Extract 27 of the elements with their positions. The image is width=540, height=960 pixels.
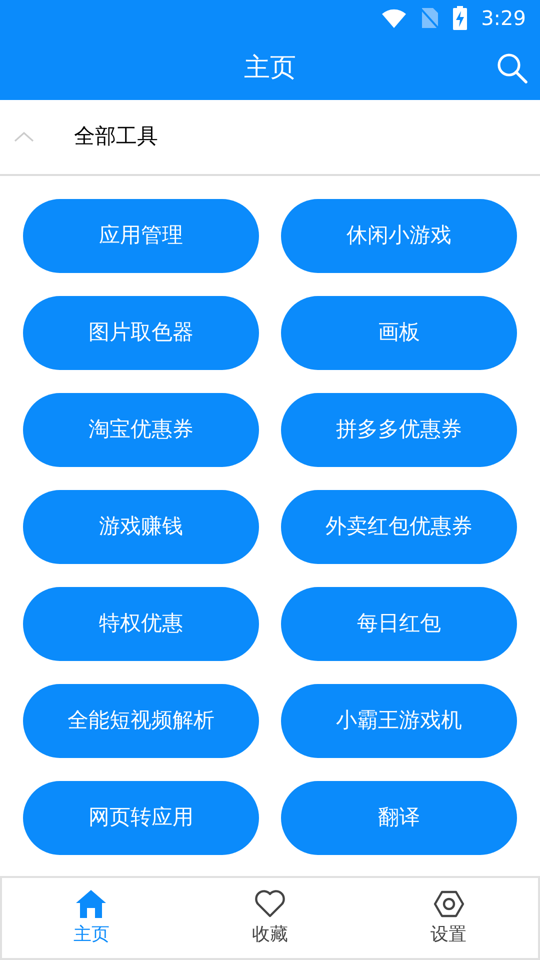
tool-button[interactable]: 特权优惠 xyxy=(23,587,259,661)
no-sim-icon xyxy=(421,7,440,29)
tool-button[interactable]: 每日红包 xyxy=(281,587,517,661)
tool-button[interactable]: 外卖红包优惠券 xyxy=(281,490,517,564)
gear-icon xyxy=(432,888,465,918)
tool-button[interactable]: 游戏赚钱 xyxy=(23,490,259,564)
wifi-icon xyxy=(381,8,408,28)
tool-button[interactable]: 图片取色器 xyxy=(23,296,259,370)
nav-tab[interactable]: 收藏 xyxy=(180,878,360,958)
tool-button[interactable]: 应用管理 xyxy=(23,199,259,273)
tool-button[interactable]: 全能短视频解析 xyxy=(23,684,259,758)
nav-tab[interactable]: 设置 xyxy=(359,878,538,958)
tool-button[interactable]: 休闲小游戏 xyxy=(281,199,517,273)
tool-button[interactable]: 网页转应用 xyxy=(23,781,259,855)
chevron-up-icon xyxy=(14,131,34,143)
battery-charging-icon xyxy=(453,6,468,30)
tool-button[interactable]: 画板 xyxy=(281,296,517,370)
search-icon xyxy=(496,52,528,84)
tool-button[interactable]: 翻译 xyxy=(281,781,517,855)
heart-icon xyxy=(254,888,286,918)
nav-tab[interactable]: 主页 xyxy=(2,878,181,958)
page-title: 主页 xyxy=(244,52,296,84)
tool-button[interactable]: 拼多多优惠券 xyxy=(281,393,517,467)
tool-button[interactable]: 小霸王游戏机 xyxy=(281,684,517,758)
tool-button[interactable]: 淘宝优惠券 xyxy=(23,393,259,467)
status-time: 3:29 xyxy=(481,5,526,32)
home-icon xyxy=(75,888,108,918)
